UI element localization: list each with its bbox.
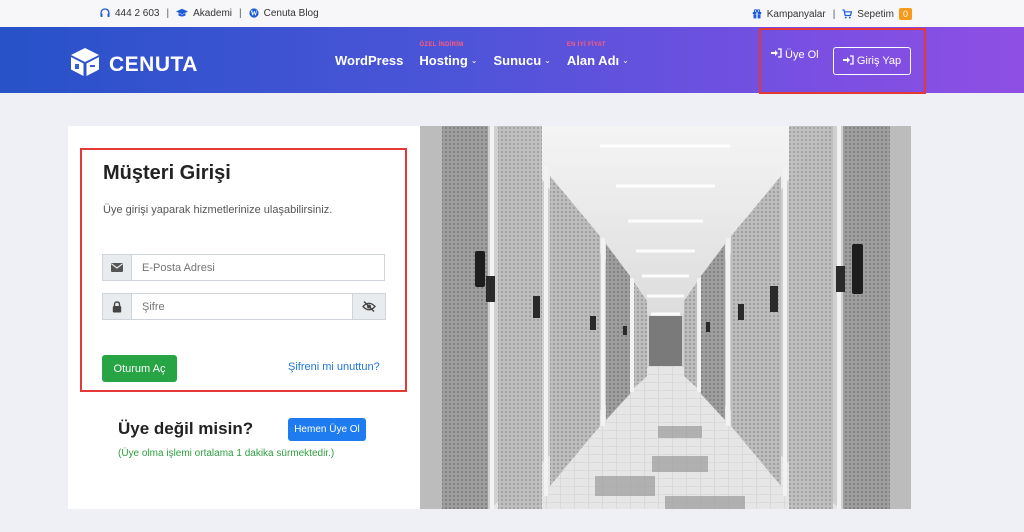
password-input[interactable] xyxy=(131,293,353,320)
email-field-group xyxy=(102,254,385,281)
email-input[interactable] xyxy=(131,254,385,281)
register-label: Üye Ol xyxy=(785,48,819,61)
main-nav: WordPress ÖZEL İNDİRİM Hosting ⌄ Sunucu … xyxy=(335,42,645,68)
nav-tag-special-discount: ÖZEL İNDİRİM xyxy=(419,42,464,48)
nav-label: WordPress xyxy=(335,53,404,68)
nav-item-domain[interactable]: EN İYİ FİYAT Alan Adı ⌄ xyxy=(566,42,629,68)
sign-in-icon xyxy=(771,48,782,61)
cart-count-badge: 0 xyxy=(898,8,912,20)
svg-text:W: W xyxy=(250,10,257,18)
nav-label: Alan Adı xyxy=(566,53,620,68)
header-auth-buttons: Üye Ol Giriş Yap xyxy=(759,28,926,94)
top-bar-left: 444 2 603 | Akademi | W Cenuta Blog xyxy=(100,8,319,19)
sign-in-icon xyxy=(842,54,854,68)
separator: | xyxy=(166,8,170,19)
academy-link[interactable]: Akademi xyxy=(193,8,232,19)
login-title: Müşteri Girişi xyxy=(103,162,231,184)
login-button[interactable]: Giriş Yap xyxy=(833,47,911,75)
campaigns-link[interactable]: Kampanyalar xyxy=(767,9,826,20)
eye-slash-icon[interactable] xyxy=(353,293,386,320)
headset-icon xyxy=(100,8,110,19)
separator: | xyxy=(239,8,242,19)
logo-text: CENUTA xyxy=(109,53,198,76)
nav-label: Sunucu xyxy=(493,53,542,68)
password-field-group xyxy=(102,293,386,320)
nav-label: Hosting xyxy=(419,53,468,68)
signup-note: (Üye olma işlemi ortalama 1 dakika sürme… xyxy=(118,448,335,459)
login-subtitle: Üye girişi yaparak hizmetlerinize ulaşab… xyxy=(103,204,333,216)
top-bar: 444 2 603 | Akademi | W Cenuta Blog Kamp… xyxy=(0,0,1024,28)
nav-tag-best-price: EN İYİ FİYAT xyxy=(566,42,606,48)
not-member-heading: Üye değil misin? xyxy=(118,419,254,438)
logo[interactable]: CENUTA xyxy=(67,46,198,84)
cart-link[interactable]: Sepetim xyxy=(857,9,894,20)
login-label: Giriş Yap xyxy=(856,55,902,67)
graduation-cap-icon xyxy=(176,8,189,19)
nav-item-server[interactable]: Sunucu ⌄ xyxy=(494,53,551,68)
nav-item-wordpress[interactable]: WordPress xyxy=(335,53,403,68)
signup-now-button[interactable]: Hemen Üye Ol xyxy=(288,418,366,441)
gift-icon xyxy=(752,9,762,20)
chevron-down-icon: ⌄ xyxy=(544,56,551,65)
register-button[interactable]: Üye Ol xyxy=(771,48,819,61)
blog-link[interactable]: Cenuta Blog xyxy=(264,8,319,19)
separator: | xyxy=(832,8,836,20)
submit-login-button[interactable]: Oturum Aç xyxy=(102,355,177,382)
forgot-password-link[interactable]: Şifreni mi unuttun? xyxy=(288,361,380,373)
phone-number[interactable]: 444 2 603 xyxy=(115,8,160,19)
chevron-down-icon: ⌄ xyxy=(470,56,478,65)
chevron-down-icon: ⌄ xyxy=(622,56,629,65)
cart-icon xyxy=(842,9,853,20)
envelope-icon xyxy=(102,254,131,281)
wordpress-icon: W xyxy=(249,8,259,19)
top-bar-right: Kampanyalar | Sepetim 0 xyxy=(752,8,912,20)
server-room-image xyxy=(420,126,911,509)
lock-icon xyxy=(102,293,131,320)
nav-item-hosting[interactable]: ÖZEL İNDİRİM Hosting ⌄ xyxy=(419,42,478,68)
logo-box-icon xyxy=(67,46,103,84)
